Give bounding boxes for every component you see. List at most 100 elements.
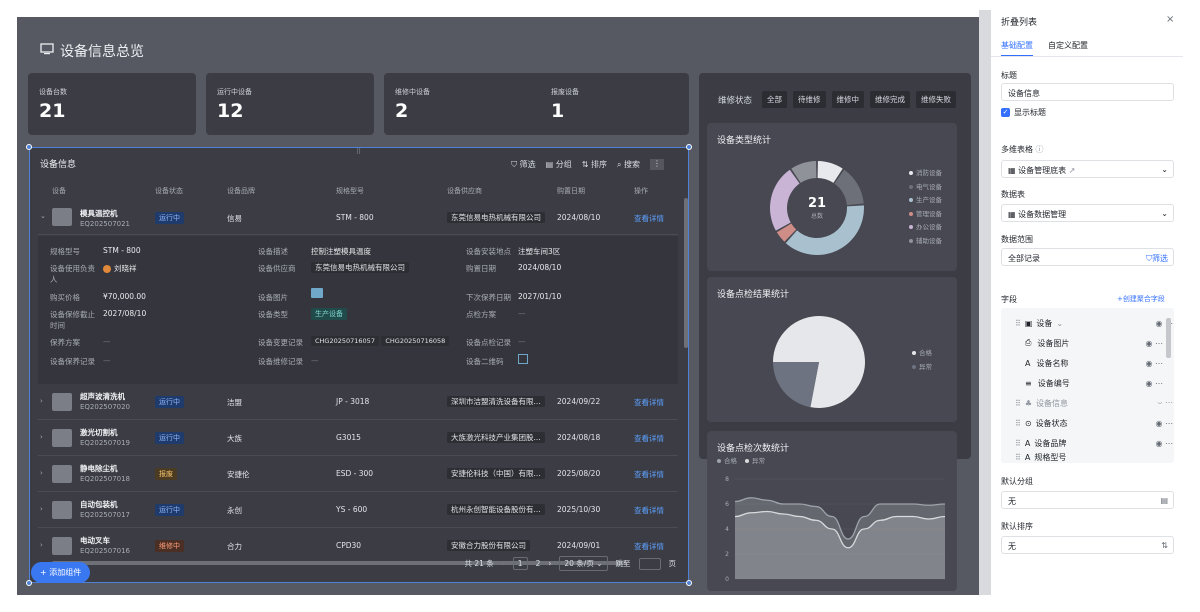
view-details-link[interactable]: 查看详情: [634, 469, 664, 480]
kpi-card-repairing[interactable]: 维修中设备 2: [384, 73, 552, 135]
view-details-link[interactable]: 查看详情: [634, 397, 664, 408]
legend-item[interactable]: 消防设备: [909, 167, 942, 181]
field-item[interactable]: ⎙ 设备图片 ◉ ⋯: [1025, 333, 1165, 353]
default-sort-select[interactable]: 无 ⇅: [1001, 536, 1174, 554]
column-header[interactable]: 设备: [52, 186, 66, 196]
column-header[interactable]: 规格型号: [336, 186, 364, 196]
legend-item[interactable]: 电气设备: [909, 181, 942, 195]
resize-handle[interactable]: [686, 144, 692, 150]
goto-page-input[interactable]: [638, 557, 661, 570]
resize-handle[interactable]: [26, 580, 32, 586]
filter-button[interactable]: ⛉ 筛选: [511, 159, 536, 170]
field-item[interactable]: ⠿ A 规格型号: [1015, 451, 1165, 463]
eye-icon[interactable]: ◉ ⋯: [1155, 419, 1173, 428]
table-row[interactable]: ⌄ 模具温控机 EQ202507021 运行中 信易 STM - 800 东莞信…: [38, 200, 678, 235]
page-1-button[interactable]: 1: [512, 557, 528, 570]
page-2-button[interactable]: 2: [536, 559, 541, 568]
qr-code-icon[interactable]: [518, 354, 528, 364]
multi-table-select[interactable]: ▦ 设备管理底表 ↗ ⌄: [1001, 160, 1174, 178]
resize-handle[interactable]: [26, 144, 32, 150]
field-item[interactable]: ⠿ ♣ 设备信息 ⌣ ⋯: [1015, 393, 1173, 413]
default-group-select[interactable]: 无 ▤: [1001, 491, 1174, 509]
data-table-select[interactable]: ▦ 设备数据管理 ⌄: [1001, 204, 1174, 222]
page-size-select[interactable]: 20 条/页 ⌄: [559, 556, 608, 571]
info-icon[interactable]: ⓘ: [1036, 145, 1044, 154]
legend-item[interactable]: 合格: [717, 457, 737, 465]
view-details-link[interactable]: 查看详情: [634, 433, 664, 444]
chevron-right-icon[interactable]: ›: [40, 397, 43, 405]
field-item[interactable]: ⠿ A 设备品牌 ◉ ⋯: [1015, 433, 1173, 453]
column-header[interactable]: 设备品牌: [227, 186, 255, 196]
column-header[interactable]: 购置日期: [557, 186, 585, 196]
show-title-checkbox[interactable]: ✓ 显示标题: [1001, 107, 1046, 118]
legend-item[interactable]: 管理设备: [909, 208, 942, 222]
chevron-right-icon[interactable]: ›: [40, 541, 43, 549]
chevron-down-icon[interactable]: ⌄: [1056, 319, 1063, 328]
column-header[interactable]: 设备状态: [155, 186, 183, 196]
add-component-button[interactable]: + 添加组件: [31, 562, 91, 583]
checkbox-checked-icon[interactable]: ✓: [1001, 108, 1010, 117]
data-range-select[interactable]: 全部记录 ⛉筛选: [1001, 248, 1174, 266]
field-item[interactable]: ⠿ ⊙ 设备状态 ◉ ⋯: [1015, 413, 1173, 433]
drag-handle[interactable]: ⠿: [356, 148, 361, 156]
chevron-right-icon[interactable]: ›: [40, 505, 43, 513]
sort-button[interactable]: ⇅ 排序: [582, 159, 607, 170]
legend-item[interactable]: 异常: [912, 361, 932, 375]
close-icon[interactable]: ×: [1166, 14, 1174, 25]
vertical-scrollbar[interactable]: [684, 198, 688, 348]
kpi-card-scrapped[interactable]: 报废设备 1: [540, 73, 689, 135]
chevron-right-icon[interactable]: ›: [40, 469, 43, 477]
view-details-link[interactable]: 查看详情: [634, 213, 664, 224]
column-header[interactable]: 操作: [634, 186, 648, 196]
drag-icon[interactable]: ⠿: [1015, 399, 1021, 408]
tab-all[interactable]: 全部: [762, 91, 788, 108]
legend-item[interactable]: 办公设备: [909, 221, 942, 235]
chevron-down-icon[interactable]: ⌄: [40, 212, 46, 220]
drag-icon[interactable]: ⠿: [1015, 419, 1021, 428]
tab-basic-config[interactable]: 基础配置: [1001, 40, 1033, 57]
drag-icon[interactable]: ⠿: [1015, 453, 1021, 462]
chevron-right-icon[interactable]: ›: [40, 433, 43, 441]
legend-item[interactable]: 异常: [745, 457, 765, 465]
panel-divider[interactable]: [979, 10, 991, 595]
group-button[interactable]: ▤ 分组: [546, 159, 572, 170]
search-button[interactable]: ⌕ 搜索: [617, 159, 640, 170]
field-item[interactable]: ⠿ ▣ 设备 ⌄ ◉ ⋯: [1015, 313, 1173, 333]
legend-item[interactable]: 合格: [912, 347, 932, 361]
more-icon[interactable]: ⋮: [650, 159, 664, 170]
eye-icon[interactable]: ◉ ⋯: [1155, 439, 1173, 448]
legend-item[interactable]: 辅助设备: [909, 235, 942, 249]
table-row[interactable]: › 静电除尘机 EQ202507018 报废 安捷伦 ESD - 300 安捷伦…: [38, 457, 678, 492]
kpi-card-total[interactable]: 设备台数 21: [28, 73, 196, 135]
eye-off-icon[interactable]: ⌣ ⋯: [1157, 398, 1173, 408]
tab-pending[interactable]: 待维修: [793, 91, 826, 108]
next-page-icon[interactable]: ›: [548, 559, 551, 568]
tab-failed[interactable]: 维修失败: [916, 91, 957, 108]
field-item[interactable]: A 设备名称 ◉ ⋯: [1025, 353, 1165, 373]
table-row[interactable]: › 自动包装机 EQ202507017 运行中 永创 YS - 600 杭州永创…: [38, 493, 678, 528]
field-item[interactable]: ≡ 设备编号 ◉ ⋯: [1025, 373, 1165, 393]
resize-handle[interactable]: [686, 580, 692, 586]
tab-custom-config[interactable]: 自定义配置: [1048, 40, 1088, 51]
external-link-icon[interactable]: ↗: [1069, 166, 1076, 175]
table-row[interactable]: › 超声波清洗机 EQ202507020 运行中 洁盟 JP - 3018 深圳…: [38, 385, 678, 420]
prev-page-icon[interactable]: ‹: [502, 559, 505, 568]
range-filter-button[interactable]: ⛉筛选: [1146, 253, 1168, 264]
create-aggregate-field-button[interactable]: +创建聚合字段: [1117, 294, 1165, 304]
drag-icon[interactable]: ⠿: [1015, 439, 1021, 448]
title-input[interactable]: 设备信息: [1001, 83, 1174, 101]
table-row[interactable]: › 激光切割机 EQ202507019 运行中 大族 G3015 大族激光科技产…: [38, 421, 678, 456]
eye-icon[interactable]: ◉ ⋯: [1145, 359, 1163, 368]
field-list-scrollbar[interactable]: [1166, 318, 1171, 358]
legend-item[interactable]: 生产设备: [909, 194, 942, 208]
tab-repairing[interactable]: 维修中: [831, 91, 865, 108]
eye-icon[interactable]: ◉ ⋯: [1145, 339, 1163, 348]
view-details-link[interactable]: 查看详情: [634, 505, 664, 516]
column-header[interactable]: 设备供应商: [447, 186, 482, 196]
equipment-table-widget[interactable]: 设备信息 ⠿ ⛉ 筛选 ▤ 分组 ⇅ 排序 ⌕ 搜索 ⋮ 设备 设备状态 设备品…: [29, 147, 689, 583]
kpi-card-running[interactable]: 运行中设备 12: [206, 73, 374, 135]
eye-icon[interactable]: ◉ ⋯: [1145, 379, 1163, 388]
equipment-image-thumb[interactable]: [311, 288, 323, 298]
view-details-link[interactable]: 查看详情: [634, 541, 664, 552]
tab-done[interactable]: 维修完成: [870, 91, 911, 108]
